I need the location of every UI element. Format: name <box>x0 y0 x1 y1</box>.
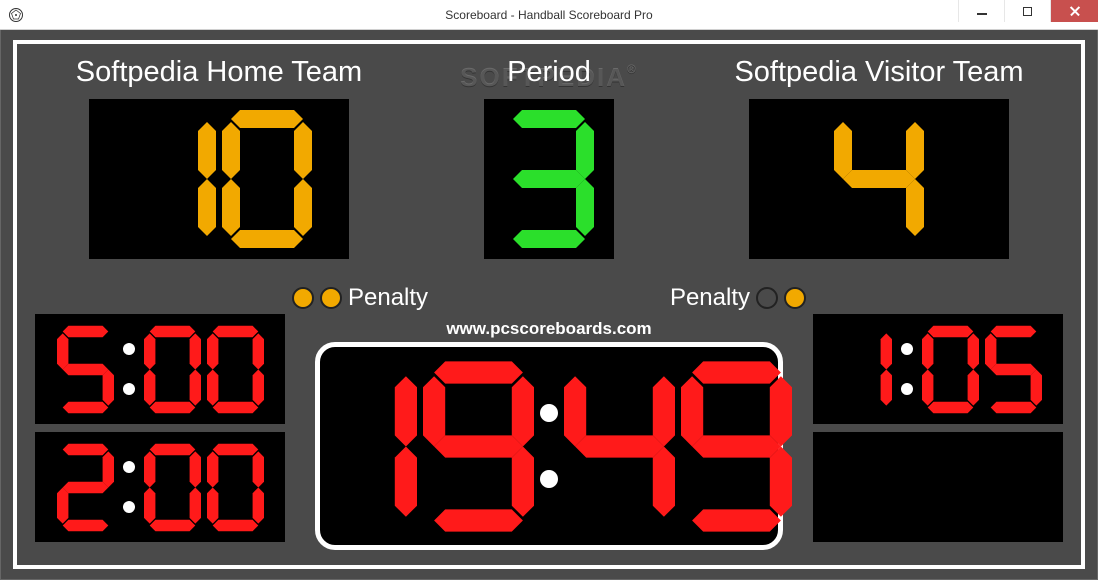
close-button[interactable] <box>1050 0 1098 22</box>
window-title: Scoreboard - Handball Scoreboard Pro <box>445 8 652 22</box>
minimize-icon <box>977 13 987 15</box>
period-label: Period <box>429 56 669 89</box>
home-penalty-timers <box>35 314 285 542</box>
home-penalty-row: Penalty <box>292 284 512 312</box>
visitor-penalty-timers <box>813 314 1063 542</box>
visitor-team-panel: Softpedia Visitor Team <box>689 56 1069 259</box>
home-penalty-timer-2 <box>35 432 285 542</box>
home-penalty-label: Penalty <box>348 284 428 312</box>
scoreboard-window: SOFTPEDIA® Softpedia Home Team Period So… <box>0 30 1098 580</box>
visitor-penalty-timer-2 <box>813 432 1063 542</box>
home-team-panel: Softpedia Home Team <box>29 56 409 259</box>
visitor-penalty-label: Penalty <box>670 284 750 312</box>
maximize-icon <box>1023 7 1032 16</box>
home-score-box <box>89 99 349 259</box>
visitor-penalty-row: Penalty <box>586 284 806 312</box>
app-icon <box>8 7 24 23</box>
home-penalty-light-2 <box>320 287 342 309</box>
titlebar: Scoreboard - Handball Scoreboard Pro <box>0 0 1098 30</box>
visitor-penalty-light-2 <box>756 287 778 309</box>
home-penalty-timer-1 <box>35 314 285 424</box>
period-box <box>484 99 614 259</box>
scoreboard-frame: SOFTPEDIA® Softpedia Home Team Period So… <box>13 40 1085 569</box>
home-team-name: Softpedia Home Team <box>29 56 409 89</box>
visitor-team-name: Softpedia Visitor Team <box>689 56 1069 89</box>
period-panel: Period <box>429 56 669 259</box>
minimize-button[interactable] <box>958 0 1004 22</box>
visitor-penalty-light-1 <box>784 287 806 309</box>
window-controls <box>958 0 1098 22</box>
visitor-score-box <box>749 99 1009 259</box>
home-penalty-light-1 <box>292 287 314 309</box>
main-clock <box>315 342 783 550</box>
url-text: www.pcscoreboards.com <box>446 319 651 339</box>
close-icon <box>1070 6 1080 16</box>
visitor-penalty-timer-1 <box>813 314 1063 424</box>
maximize-button[interactable] <box>1004 0 1050 22</box>
